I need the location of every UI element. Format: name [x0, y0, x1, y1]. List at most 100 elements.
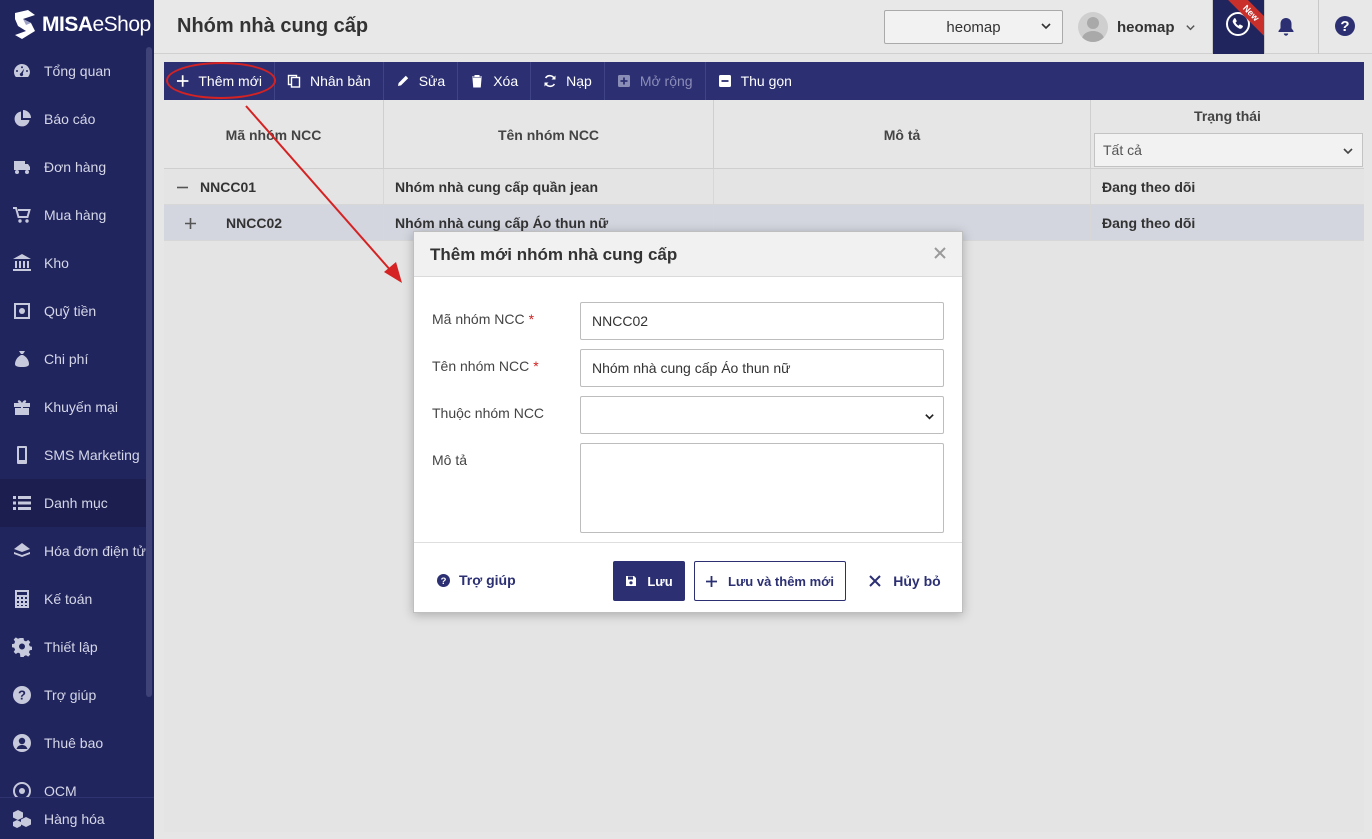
sidebar-item-thue-bao[interactable]: Thuê bao	[0, 719, 146, 767]
required-mark: *	[533, 358, 539, 374]
sidebar-item-label: Khuyến mại	[44, 399, 118, 415]
reload-button[interactable]: Nạp	[531, 62, 605, 100]
sidebar-item-label: Hóa đơn điện tử	[44, 543, 146, 559]
sidebar-item-label: Chi phí	[44, 351, 89, 367]
hotline-button[interactable]: New	[1213, 0, 1264, 54]
help-link[interactable]: ? Trợ giúp	[437, 572, 516, 588]
sidebar-item-bao-cao[interactable]: Báo cáo	[0, 95, 146, 143]
sidebar-item-khuyen-mai[interactable]: Khuyến mại	[0, 383, 146, 431]
sidebar-item-tong-quan[interactable]: Tổng quan	[0, 47, 146, 95]
trash-icon	[472, 75, 483, 88]
column-header-code[interactable]: Mã nhóm NCC	[164, 100, 384, 169]
expand-button[interactable]: Mở rộng	[605, 62, 706, 100]
column-header-label: Mô tả	[883, 126, 921, 143]
header-divider	[1318, 0, 1319, 54]
label-text: Tên nhóm NCC	[432, 358, 530, 374]
money-bag-icon	[11, 348, 33, 370]
duplicate-button-label: Nhân bản	[310, 73, 371, 89]
sidebar-item-tro-giup[interactable]: ? Trợ giúp	[0, 671, 146, 719]
duplicate-button[interactable]: Nhân bản	[275, 62, 384, 100]
status-filter-select[interactable]: Tất cả	[1094, 133, 1363, 167]
sidebar-item-danh-muc[interactable]: Danh mục	[0, 479, 146, 527]
column-header-label: Trạng thái	[1194, 108, 1261, 124]
code-field-label: Mã nhóm NCC *	[432, 311, 534, 327]
notification-button[interactable]	[1272, 13, 1300, 41]
store-select-value: heomap	[946, 18, 1001, 36]
cart-icon	[11, 204, 33, 226]
delete-button-label: Xóa	[493, 73, 519, 89]
sidebar-item-label: Báo cáo	[44, 111, 96, 127]
chevron-down-icon	[1185, 24, 1195, 30]
save-button[interactable]: Lưu	[613, 561, 685, 601]
plus-icon	[184, 217, 196, 229]
sidebar-item-quy-tien[interactable]: Quỹ tiền	[0, 287, 146, 335]
plus-square-icon	[617, 75, 630, 87]
label-text: Mô tả	[432, 452, 468, 468]
column-header-status[interactable]: Trạng thái Tất cả	[1091, 100, 1364, 169]
svg-text:?: ?	[1340, 18, 1349, 35]
table-row[interactable]: NNCC01 Nhóm nhà cung cấp quần jean Đang …	[164, 169, 1364, 205]
phone-icon	[11, 444, 33, 466]
save-and-new-button-label: Lưu và thêm mới	[727, 573, 835, 589]
sidebar-item-mua-hang[interactable]: Mua hàng	[0, 191, 146, 239]
chevron-down-icon	[1041, 23, 1051, 30]
parent-group-select[interactable]	[580, 396, 944, 434]
close-icon[interactable]	[932, 245, 948, 261]
edit-button[interactable]: Sửa	[384, 62, 459, 100]
help-button[interactable]: ?	[1333, 14, 1357, 38]
calculator-icon	[11, 588, 33, 610]
toolbar: Thêm mới Nhân bản Sửa Xóa Nạp Mở rộng Th…	[164, 62, 1364, 100]
table-cell-description	[714, 169, 1091, 205]
sidebar-item-sms-marketing[interactable]: SMS Marketing	[0, 431, 146, 479]
label-text: Mã nhóm NCC	[432, 311, 525, 327]
sidebar-item-chi-phi[interactable]: Chi phí	[0, 335, 146, 383]
cell-text: NNCC02	[226, 215, 283, 231]
invoice-icon	[11, 540, 33, 562]
sidebar-item-thiet-lap[interactable]: Thiết lập	[0, 623, 146, 671]
warehouse-icon	[11, 252, 33, 274]
plus-icon	[705, 575, 717, 587]
tree-expand-toggle[interactable]	[183, 216, 197, 230]
question-icon: ?	[437, 573, 450, 587]
delete-button[interactable]: Xóa	[458, 62, 532, 100]
collapse-button[interactable]: Thu gọn	[706, 62, 804, 100]
user-circle-icon	[11, 732, 33, 754]
table-cell-code: NNCC01	[164, 169, 384, 205]
sidebar-item-label: Thuê bao	[44, 735, 104, 751]
store-select[interactable]: heomap	[884, 10, 1063, 44]
copy-icon	[287, 74, 301, 88]
plus-icon	[176, 75, 189, 87]
dialog-footer-divider	[414, 542, 962, 543]
app-logo[interactable]: MISAeShop	[12, 8, 151, 42]
column-header-description[interactable]: Mô tả	[714, 100, 1091, 169]
sidebar: MISAeShop Tổng quan Báo cáo Đơn hàng Mua…	[0, 0, 154, 839]
parent-group-field-label: Thuộc nhóm NCC	[432, 405, 544, 421]
column-header-name[interactable]: Tên nhóm NCC	[384, 100, 714, 169]
add-button[interactable]: Thêm mới	[164, 62, 275, 100]
refresh-icon	[544, 74, 556, 88]
label-text: Thuộc nhóm NCC	[432, 405, 545, 421]
cancel-button[interactable]: Hủy bỏ	[862, 561, 948, 601]
sidebar-item-kho[interactable]: Kho	[0, 239, 146, 287]
sidebar-item-don-hang[interactable]: Đơn hàng	[0, 143, 146, 191]
sidebar-item-label: Mua hàng	[44, 207, 107, 223]
name-input[interactable]	[580, 349, 944, 387]
save-and-new-button[interactable]: Lưu và thêm mới	[694, 561, 846, 601]
sidebar-scrollbar[interactable]	[146, 47, 152, 697]
sidebar-item-label: Kế toán	[44, 591, 93, 607]
code-input[interactable]	[580, 302, 944, 340]
sidebar-item-hang-hoa[interactable]: Hàng hóa	[0, 797, 154, 839]
sidebar-nav: Tổng quan Báo cáo Đơn hàng Mua hàng Kho …	[0, 47, 146, 815]
expand-button-label: Mở rộng	[639, 73, 693, 89]
sidebar-item-hoa-don-dien-tu[interactable]: Hóa đơn điện tử	[0, 527, 146, 575]
pencil-icon	[397, 75, 408, 86]
sidebar-item-ke-toan[interactable]: Kế toán	[0, 575, 146, 623]
boxes-icon	[11, 808, 33, 830]
gift-icon	[11, 396, 33, 418]
tree-collapse-toggle[interactable]	[175, 180, 189, 194]
bell-icon	[1278, 18, 1294, 36]
description-textarea[interactable]	[580, 443, 944, 533]
user-menu[interactable]: heomap	[1078, 10, 1196, 44]
table-cell-status: Đang theo dõi	[1091, 205, 1364, 241]
cell-text: Nhóm nhà cung cấp Áo thun nữ	[395, 215, 609, 231]
